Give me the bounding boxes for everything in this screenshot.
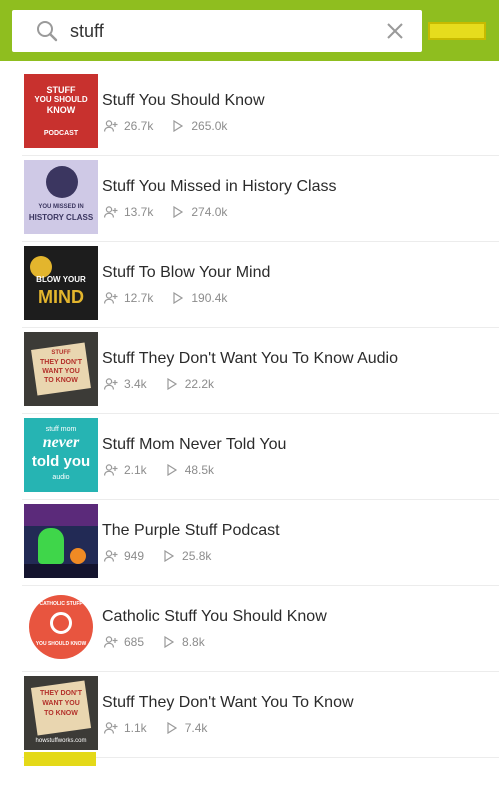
podcast-stats: 685 8.8k (104, 635, 223, 649)
plays-count: 265.0k (191, 119, 228, 133)
play-icon (171, 205, 185, 219)
play-icon (162, 549, 176, 563)
podcast-artwork: THEY DON'T WANT YOU TO KNOW howstuffwork… (24, 676, 98, 750)
subscribers-icon (104, 722, 118, 734)
cancel-button[interactable] (428, 22, 486, 40)
podcast-title: The Purple Stuff Podcast (102, 522, 280, 539)
search-icon (36, 20, 58, 42)
subscribers-icon (104, 636, 118, 648)
play-icon (171, 119, 185, 133)
subscribers-count: 12.7k (124, 291, 154, 305)
search-box[interactable]: stuff (12, 10, 422, 52)
podcast-artwork: YOU MISSED IN HISTORY CLASS (24, 160, 98, 234)
podcast-title: Stuff They Don't Want You To Know (102, 694, 354, 711)
plays-count: 25.8k (182, 549, 212, 563)
podcast-title: Stuff Mom Never Told You (102, 436, 287, 453)
subscribers-icon (104, 292, 118, 304)
search-input[interactable]: stuff (70, 21, 384, 42)
podcast-artwork: stuff mom never told you audio (24, 418, 98, 492)
podcast-stats: 26.7k 265.0k (104, 119, 245, 133)
subscribers-count: 949 (124, 549, 145, 563)
podcast-stats: 12.7k 190.4k (104, 291, 245, 305)
podcast-stats: 13.7k 274.0k (104, 205, 245, 219)
podcast-stats: 949 25.8k (104, 549, 229, 563)
plays-count: 22.2k (184, 377, 215, 391)
plays-count: 190.4k (191, 291, 228, 305)
play-icon (162, 635, 176, 649)
subscribers-count: 3.4k (124, 377, 147, 391)
podcast-artwork: STUFF THEY DON'T WANT YOU TO KNOW (24, 332, 98, 406)
subscribers-icon (104, 120, 118, 132)
podcast-stats: 3.4k 22.2k (104, 377, 232, 391)
list-item[interactable]: BLOW YOUR MIND Stuff To Blow Your Mind 1… (22, 242, 499, 328)
podcast-artwork (24, 504, 98, 578)
podcast-title: Stuff They Don't Want You To Know Audio (102, 350, 398, 367)
plays-count: 274.0k (191, 205, 228, 219)
subscribers-count: 685 (124, 635, 145, 649)
search-header: stuff (0, 0, 499, 61)
subscribers-count: 13.7k (124, 205, 154, 219)
play-icon (165, 377, 179, 391)
search-results-list: STUFF YOU SHOULD KNOW PODCAST Stuff You … (0, 61, 499, 758)
subscribers-icon (104, 464, 118, 476)
podcast-title: Catholic Stuff You Should Know (102, 608, 327, 625)
plays-count: 7.4k (184, 721, 208, 735)
podcast-title: Stuff You Should Know (102, 92, 265, 109)
list-item[interactable]: CATHOLIC STUFF YOU SHOULD KNOW Catholic … (22, 586, 499, 672)
podcast-artwork: BLOW YOUR MIND (24, 246, 98, 320)
subscribers-count: 26.7k (124, 119, 154, 133)
podcast-stats: 2.1k 48.5k (104, 463, 232, 477)
podcast-title: Stuff You Missed in History Class (102, 178, 337, 195)
list-item[interactable]: STUFF THEY DON'T WANT YOU TO KNOW Stuff … (22, 328, 499, 414)
play-icon (165, 463, 179, 477)
subscribers-count: 1.1k (124, 721, 147, 735)
subscribers-icon (104, 206, 118, 218)
podcast-artwork: STUFF YOU SHOULD KNOW PODCAST (24, 74, 98, 148)
podcast-title: Stuff To Blow Your Mind (102, 264, 271, 281)
play-icon (165, 721, 179, 735)
subscribers-count: 2.1k (124, 463, 147, 477)
list-item[interactable]: THEY DON'T WANT YOU TO KNOW howstuffwork… (22, 672, 499, 758)
podcast-stats: 1.1k 7.4k (104, 721, 225, 735)
list-item[interactable]: The Purple Stuff Podcast 949 25.8k (22, 500, 499, 586)
plays-count: 8.8k (182, 635, 205, 649)
list-item[interactable]: STUFF YOU SHOULD KNOW PODCAST Stuff You … (22, 70, 499, 156)
clear-search-icon[interactable] (384, 20, 406, 42)
list-item[interactable]: stuff mom never told you audio Stuff Mom… (22, 414, 499, 500)
plays-count: 48.5k (184, 463, 215, 477)
subscribers-icon (104, 550, 118, 562)
play-icon (171, 291, 185, 305)
subscribers-icon (104, 378, 118, 390)
list-item[interactable]: YOU MISSED IN HISTORY CLASS Stuff You Mi… (22, 156, 499, 242)
list-end-indicator (24, 752, 96, 766)
podcast-artwork: CATHOLIC STUFF YOU SHOULD KNOW (24, 590, 98, 664)
